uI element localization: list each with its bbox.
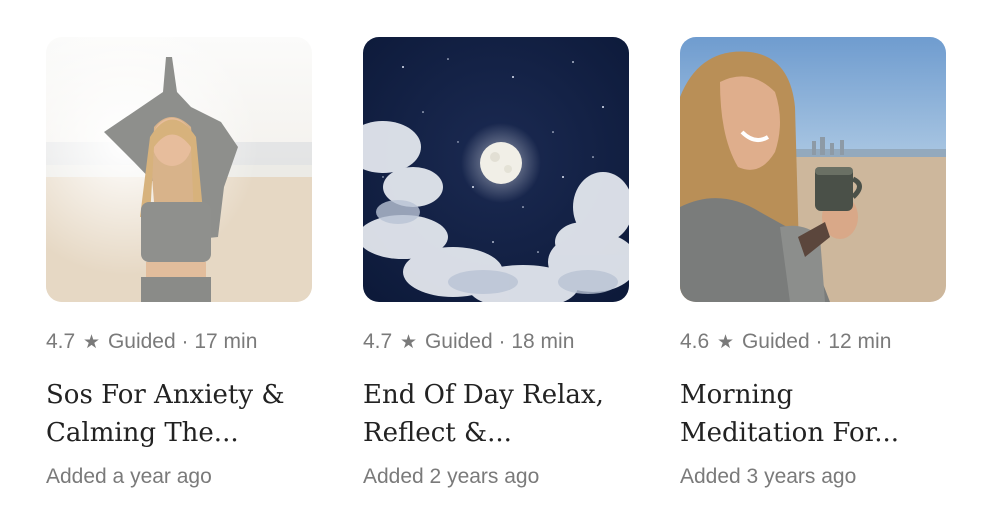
card-meta: 4.6 ★ Guided · 12 min	[680, 330, 946, 354]
card-title-line-1: Sos For Anxiety &	[46, 380, 285, 410]
card-title-line-2: Reflect &...	[363, 418, 512, 448]
card-title-line-2: Meditation For...	[680, 418, 899, 448]
card-thumbnail-moon-sky[interactable]	[363, 37, 629, 302]
session-duration: 12 min	[828, 330, 892, 353]
rating-value: 4.6	[680, 330, 710, 353]
star-icon: ★	[717, 332, 735, 353]
card-title-line-1: End Of Day Relax,	[363, 380, 604, 410]
card-title-line-2: Calming The...	[46, 418, 239, 448]
meditation-card[interactable]: 4.6 ★ Guided · 12 min Morning Meditation…	[680, 37, 946, 489]
session-duration: 18 min	[511, 330, 575, 353]
yoga-beach-image	[46, 37, 312, 302]
session-duration: 17 min	[194, 330, 258, 353]
card-meta: 4.7 ★ Guided · 17 min	[46, 330, 312, 354]
card-meta: 4.7 ★ Guided · 18 min	[363, 330, 629, 354]
meditation-card-row: 4.7 ★ Guided · 17 min Sos For Anxiety & …	[0, 0, 1000, 512]
session-type: Guided	[107, 330, 176, 353]
card-title[interactable]: End Of Day Relax, Reflect &...	[363, 376, 629, 452]
woman-beach-coffee-image	[680, 37, 946, 302]
meta-separator: ·	[498, 330, 506, 353]
moon-night-sky-image	[363, 37, 629, 302]
star-icon: ★	[400, 332, 418, 353]
card-thumbnail-beach-coffee[interactable]	[680, 37, 946, 302]
card-title[interactable]: Morning Meditation For...	[680, 376, 946, 452]
session-type: Guided	[424, 330, 493, 353]
card-title-line-1: Morning	[680, 380, 794, 410]
added-date: Added 3 years ago	[680, 465, 857, 488]
card-thumbnail-yoga-beach[interactable]	[46, 37, 312, 302]
card-title[interactable]: Sos For Anxiety & Calming The...	[46, 376, 312, 452]
meta-separator: ·	[181, 330, 189, 353]
added-date: Added a year ago	[46, 465, 212, 488]
meta-separator: ·	[815, 330, 823, 353]
added-date: Added 2 years ago	[363, 465, 540, 488]
rating-value: 4.7	[46, 330, 76, 353]
session-type: Guided	[741, 330, 810, 353]
meditation-card[interactable]: 4.7 ★ Guided · 17 min Sos For Anxiety & …	[46, 37, 312, 489]
rating-value: 4.7	[363, 330, 393, 353]
meditation-card[interactable]: 4.7 ★ Guided · 18 min End Of Day Relax, …	[363, 37, 629, 489]
star-icon: ★	[83, 332, 101, 353]
